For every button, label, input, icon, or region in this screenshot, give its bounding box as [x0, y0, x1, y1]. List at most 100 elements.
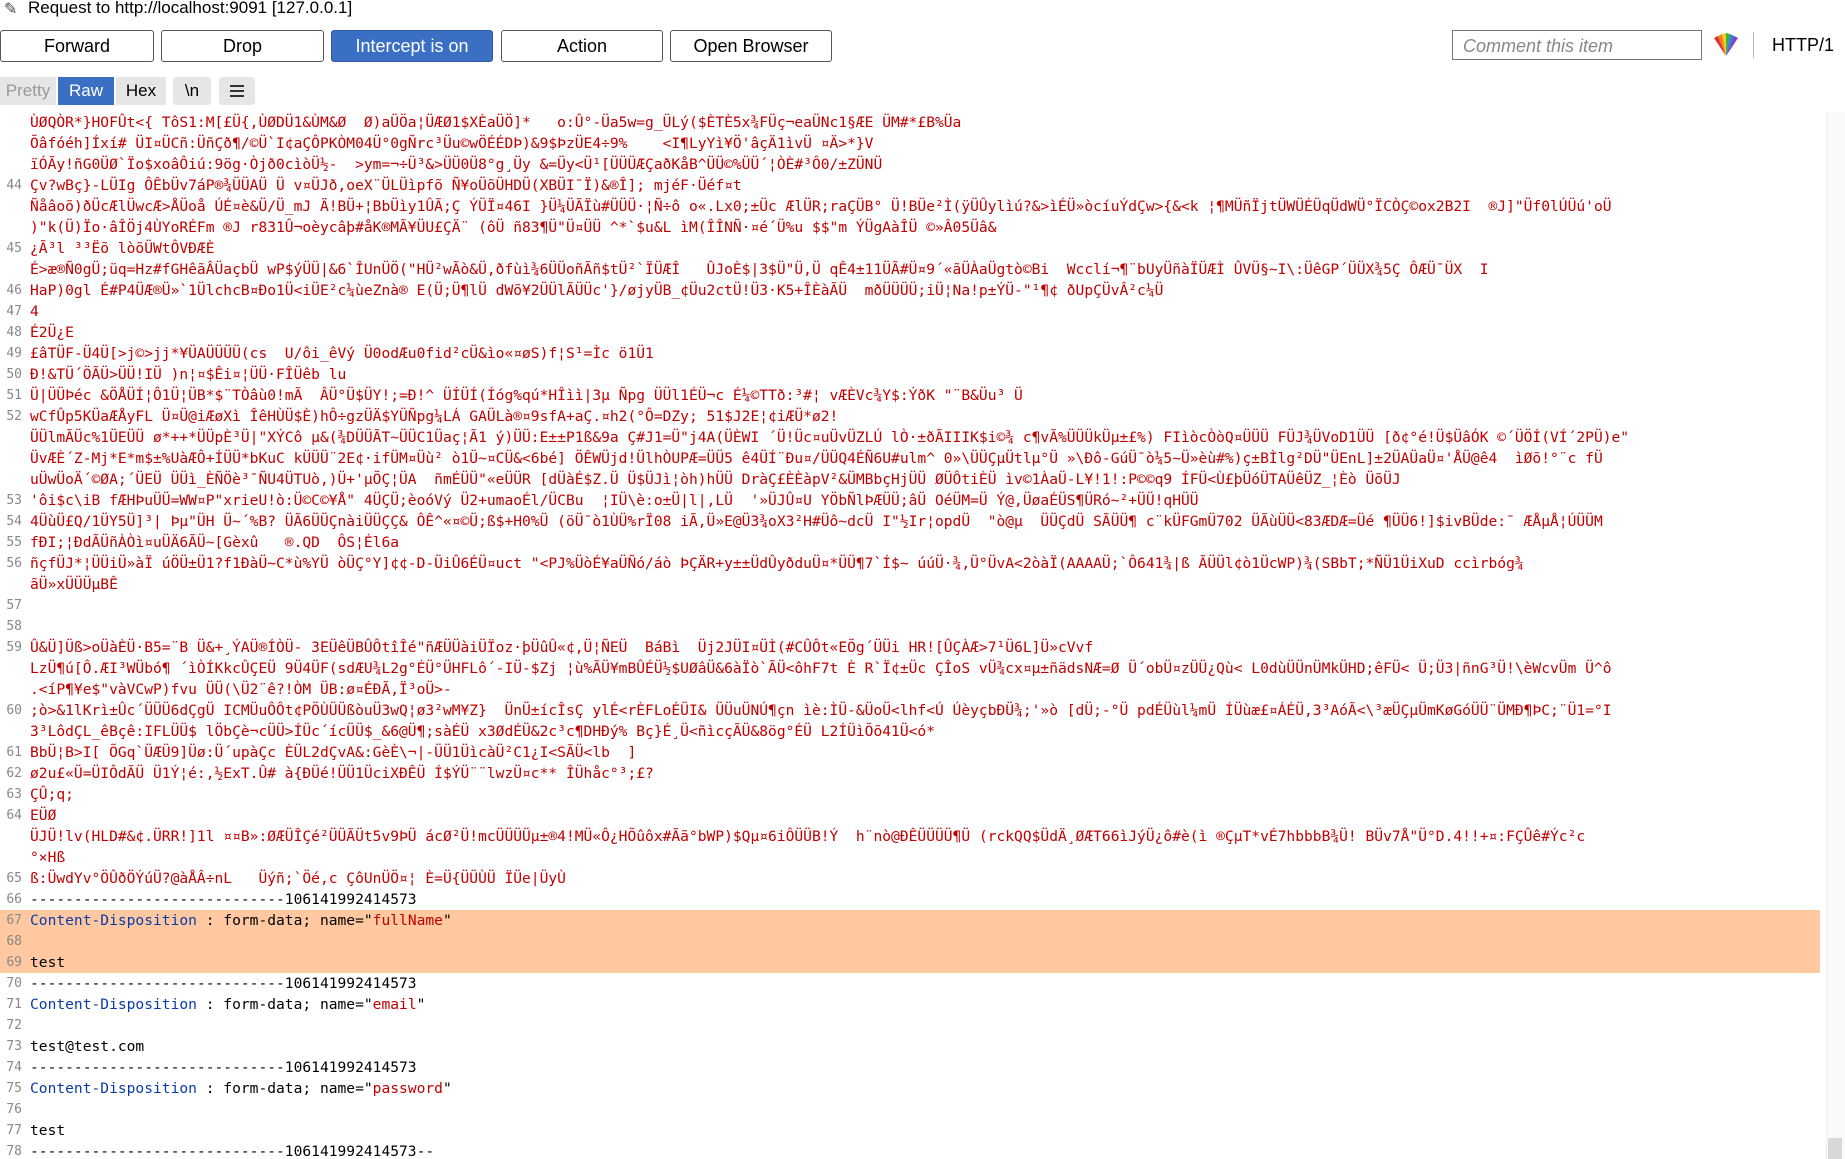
line-content: test [30, 954, 66, 971]
pencil-icon: ✎ [4, 1, 18, 18]
code-line: 59 Û&Ü]Üß>oÜàÈÜ·B5=¨B Ü&+¸ÝAÜ®ÍÒÜ- 3EÜêÜB… [0, 637, 1820, 658]
code-line: 53 'ôi$c\iB fÆHÞuÜÜ=WW¤P"xrieU!ò:Ü©C©¥Å" … [0, 490, 1820, 511]
code-line: 77 test [0, 1120, 1820, 1141]
code-line: 3³LôdÇL_êBçê:IFLÜÜ$ lÖbÇè¬cÜÜ>ÍÜc´ícÜÜ$_… [0, 721, 1820, 742]
line-content: ;ò>&1lKrì±Ûc´ÜÜÜ6dÇgÜ ICMÜuÔÔt¢PÖÙÜÜßòuÜ… [30, 702, 1612, 719]
http-version-label[interactable]: HTTP/1 [1772, 30, 1834, 60]
tab-raw[interactable]: Raw [58, 77, 114, 105]
closing-quote: " [416, 996, 426, 1013]
line-content: -----------------------------10614199241… [30, 975, 417, 992]
intercept-toolbar: Forward Drop Intercept is on Action Open… [0, 30, 1845, 62]
action-button[interactable]: Action [501, 30, 663, 62]
forward-button[interactable]: Forward [0, 30, 154, 62]
line-number: 45 [6, 241, 22, 256]
line-number: 54 [6, 514, 22, 529]
line-number: 61 [6, 745, 22, 760]
code-line: °×Hß [0, 847, 1820, 868]
line-content: Ð!&TÜ´ÖÃÜ>ÜÜ!IÜ )n¦¤$Êi¤¦ÜÜ·FÎÜêb lu [30, 366, 347, 383]
code-line: 46 HaP)0gl É#P4ÜÆ®Ü»`1ÜlchcB¤Ðo1Ü<iÜE²c¼ù… [0, 280, 1820, 301]
line-content: Ñåâoõ)ðÜcÆlÜwcÆ>ÅÜoå ÚÉ¤è&Ü/Ü_mJ Ä!BÜ+¦B… [30, 198, 1612, 215]
line-content: ß:ÜwdYv°ÖÛðÖÝúÜ?@àÅÂ÷nL Üýñ;`Öé,c ÇôUnÜÖ… [30, 870, 566, 887]
header-params: : form-data; name=" [196, 1080, 373, 1097]
code-line: 49 £âTÜF-Ü4Ü[>j©>jj*¥ÜAÜÜÜÜ(cs U/ôi_êVý Ü… [0, 343, 1820, 364]
line-number: 65 [6, 871, 22, 886]
code-line: 55 fÐI;¦ÐdÃÜñÀÒì¤uÜÄ6ÃÜ~[Gèxû ®.QD ÔS¦Él6… [0, 532, 1820, 553]
code-line: Ñåâoõ)ðÜcÆlÜwcÆ>ÅÜoå ÚÉ¤è&Ü/Ü_mJ Ä!BÜ+¦B… [0, 196, 1820, 217]
line-number: 56 [6, 556, 22, 571]
line-content: -----------------------------10614199241… [30, 1059, 417, 1076]
tab-hex[interactable]: Hex [116, 77, 166, 105]
line-number: 59 [6, 640, 22, 655]
line-content: 4 [30, 303, 39, 320]
line-number: 60 [6, 703, 22, 718]
code-line: )"k(Ü)Ïo·âÎÖj4ÙYoRÉFm ®J r831Û¬oèycâþ#åK… [0, 217, 1820, 238]
code-line: É>æ®Ñ0gÜ;üq=Hz#fGHêãÂÜaçbÜ wP$ýÜÜ|&6`ÎUn… [0, 259, 1820, 280]
header-name: Content-Disposition [30, 1080, 197, 1097]
tab-pretty[interactable]: Pretty [0, 77, 56, 105]
line-number: 63 [6, 787, 22, 802]
line-number: 68 [6, 934, 22, 949]
line-content: Çv?wBç}-LÜIg ÔÊbÜv7áP®¾ÜÜAÜ Ü v¤ÜJð,oeX¨… [30, 177, 742, 194]
line-content: É>æ®Ñ0gÜ;üq=Hz#fGHêãÂÜaçbÜ wP$ýÜÜ|&6`ÎUn… [30, 261, 1489, 278]
line-number: 67 [6, 913, 22, 928]
line-content: ñçfÜJ*¦ÜÜiÜ»àÏ úÖÜ±Ü1?f1ÐàÜ~C*ù%YÜ òÜÇ°Y… [30, 555, 1524, 572]
line-number: 66 [6, 892, 22, 907]
code-line: ÙØQÒR*}HOFÛt<{ TôS1:M[£Ü{,ÙØDÜ1&ÙM&Ø Ø)a… [0, 112, 1820, 133]
line-content: Content-Disposition : form-data; name="p… [30, 1078, 1820, 1099]
code-line: 67 Content-Disposition : form-data; name=… [0, 910, 1820, 931]
line-content: BbÜ¦B>I[ ÕGq`ÜÆÜ9]Üø:Ü´upàÇc ÈÜL2dÇvA&:G… [30, 744, 637, 761]
code-line: 68 [0, 931, 1820, 952]
line-number: 55 [6, 535, 22, 550]
code-line: 48 É2Ü¿E [0, 322, 1820, 343]
code-line: 44 Çv?wBç}-LÜIg ÔÊbÜv7áP®¾ÜÜAÜ Ü v¤ÜJð,oe… [0, 175, 1820, 196]
code-line: 65 ß:ÜwdYv°ÖÛðÖÝúÜ?@àÅÂ÷nL Üýñ;`Öé,c ÇôUn… [0, 868, 1820, 889]
code-line: 51 Ü|ÜÜÞéc &ÖÅÜÍ¦Ô1Ü¦ÜB*$¨TÒâù0!mÃ ÂÜ°Ü$Ü… [0, 385, 1820, 406]
comment-input[interactable]: Comment this item [1452, 30, 1702, 60]
scrollbar-thumb[interactable] [1828, 1138, 1842, 1159]
open-browser-button[interactable]: Open Browser [670, 30, 832, 62]
line-number: 46 [6, 283, 22, 298]
window-titlebar: ✎ Request to http://localhost:9091 [127.… [0, 0, 1845, 20]
line-number: 73 [6, 1039, 22, 1054]
code-line: 78 -----------------------------106141992… [0, 1141, 1820, 1159]
line-content: É2Ü¿E [30, 324, 74, 341]
newline-toggle-button[interactable]: \n [173, 77, 211, 105]
code-line: ïÓÃy!ñG0ÜØ`Ïo$xoâÔiú:9ög·Òjð0cìòÜ½- >ym=… [0, 154, 1820, 175]
request-body-editor[interactable]: ÙØQÒR*}HOFÛt<{ TôS1:M[£Ü{,ÙØDÜ1&ÙM&Ø Ø)a… [0, 112, 1820, 1159]
line-content: Õâfóéh]Íxí# ÜI¤ÜCñ:ÜñÇð¶/©Ü`I¢aÇÔPKÒM04Ü… [30, 135, 874, 152]
line-number: 52 [6, 409, 22, 424]
line-number: 51 [6, 388, 22, 403]
line-content: ÜvÆÈ´Z-Mj*E*m$±%UàÆÔ+ÍÜÜ*bKuC kÜÜÜ¨2E¢·i… [30, 450, 1603, 467]
line-number: 44 [6, 178, 22, 193]
code-line: 72 [0, 1015, 1820, 1036]
line-content: -----------------------------10614199241… [30, 891, 417, 908]
window-title: Request to http://localhost:9091 [127.0.… [28, 0, 353, 17]
code-line: 52 wCfÛp5KÜaÆÅyFL Ü¤Ü@iÆøXì ÎêHÙÜ$È)hÔ÷gz… [0, 406, 1820, 427]
code-line: 69 test [0, 952, 1820, 973]
code-line: 57 [0, 595, 1820, 616]
line-number: 77 [6, 1123, 22, 1138]
toolbar-divider [1753, 32, 1754, 58]
code-line: 56 ñçfÜJ*¦ÜÜiÜ»àÏ úÖÜ±Ü1?f1ÐàÜ~C*ù%YÜ òÜÇ… [0, 553, 1820, 574]
line-content: 3³LôdÇL_êBçê:IFLÜÜ$ lÖbÇè¬cÜÜ>ÍÜc´ícÜÜ$_… [30, 723, 935, 740]
code-line: ÜÜlmÃÜc%1ÜEÜÜ ø*++*ÜÜpÈ³Ü|"XÝCô µ&(¾DÜÜÃ… [0, 427, 1820, 448]
line-content: .<íP¶¥e$"vàVCwP)fvu ÜÜ(\Ü2¨ê?!ÒM ÜB:ø¤ÉÐ… [30, 681, 452, 698]
line-content: ãÜ»xÜÜÜµBÊ [30, 576, 118, 593]
hamburger-icon[interactable] [219, 77, 255, 105]
vertical-scrollbar[interactable] [1826, 112, 1845, 1159]
code-line: 70 -----------------------------106141992… [0, 973, 1820, 994]
header-name: Content-Disposition [30, 996, 197, 1013]
drop-button[interactable]: Drop [161, 30, 324, 62]
line-content: test@test.com [30, 1038, 145, 1055]
line-number: 69 [6, 955, 22, 970]
highlight-color-icon[interactable] [1712, 32, 1740, 58]
code-line: 61 BbÜ¦B>I[ ÕGq`ÜÆÜ9]Üø:Ü´upàÇc ÈÜL2dÇvA&… [0, 742, 1820, 763]
intercept-toggle-button[interactable]: Intercept is on [331, 30, 493, 62]
code-line: 54 4ÜùÜ£Q/1ÜY5Ü]³| Þµ"ÜH Ü~´%B? ÜÃ6ÜÜÇnài… [0, 511, 1820, 532]
line-number: 50 [6, 367, 22, 382]
line-number: 53 [6, 493, 22, 508]
header-name: Content-Disposition [30, 912, 197, 929]
code-line: 64 EÜØ [0, 805, 1820, 826]
line-content: ÙØQÒR*}HOFÛt<{ TôS1:M[£Ü{,ÙØDÜ1&ÙM&Ø Ø)a… [30, 114, 962, 131]
line-number: 78 [6, 1144, 22, 1159]
